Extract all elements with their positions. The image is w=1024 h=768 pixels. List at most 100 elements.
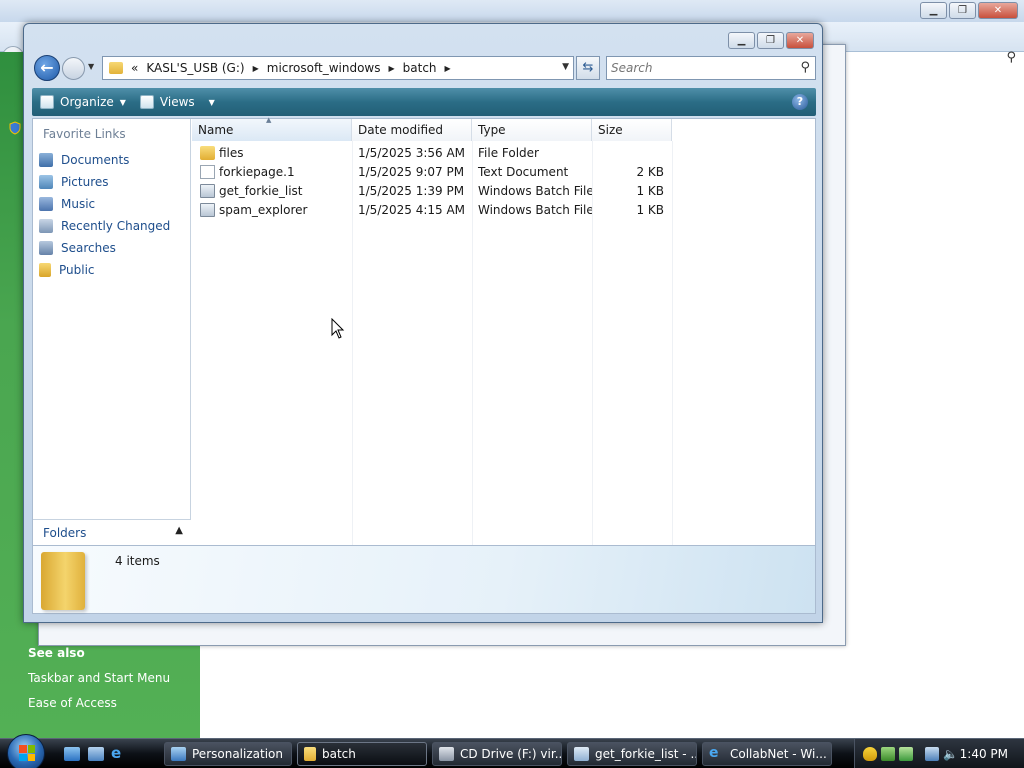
column-header-date-modified[interactable]: Date modified <box>352 119 472 141</box>
window-caption-buttons: ▁ ❐ ✕ <box>728 32 814 49</box>
breadcrumb-separator-icon[interactable]: ▶ <box>253 64 259 73</box>
folder-icon <box>304 747 316 761</box>
address-dropdown-icon[interactable]: ▼ <box>562 62 569 72</box>
breadcrumb-separator-icon[interactable]: ▶ <box>388 64 394 73</box>
chevron-down-icon: ▼ <box>208 97 215 107</box>
system-tray: 🔈 1:40 PM <box>854 739 1024 768</box>
taskbar-button-label: get_forkie_list - ... <box>595 747 697 761</box>
file-date: 1/5/2025 1:39 PM <box>358 183 465 198</box>
file-type: Text Document <box>478 164 569 179</box>
refresh-button[interactable]: ⇆ <box>576 56 600 80</box>
breadcrumb-microsoft-windows[interactable]: microsoft_windows <box>267 61 381 75</box>
taskbar-button-personalization[interactable]: Personalization <box>164 742 292 766</box>
column-header-label: Type <box>478 123 506 137</box>
address-bar[interactable]: « KASL'S_USB (G:) ▶ microsoft_windows ▶ … <box>102 56 574 80</box>
bg-maximize-button[interactable]: ❐ <box>949 2 976 19</box>
chevron-up-icon: ▲ <box>175 525 183 536</box>
forward-button[interactable] <box>62 57 85 80</box>
nav-link-music[interactable]: Music <box>39 197 95 211</box>
help-icon[interactable]: ? <box>792 94 808 110</box>
navigation-pane: Favorite Links Documents Pictures Music … <box>33 119 191 545</box>
taskbar-button-label: Personalization <box>192 747 283 761</box>
start-button[interactable] <box>7 734 45 768</box>
see-also-heading: See also <box>28 646 85 660</box>
text-file-icon <box>200 164 215 179</box>
file-list: ▲ Name Date modified Type Size files 1/5… <box>192 116 815 545</box>
command-toolbar: Organize ▼ Views ▼ ? <box>32 88 816 116</box>
address-chevron[interactable]: « <box>131 61 138 75</box>
views-button[interactable]: Views ▼ <box>139 95 215 109</box>
bg-minimize-button[interactable]: ▁ <box>920 2 947 19</box>
network-icon[interactable] <box>925 747 939 761</box>
nav-link-documents[interactable]: Documents <box>39 153 129 167</box>
search-input[interactable] <box>611 58 791 78</box>
organize-label: Organize <box>60 95 114 109</box>
navigation-bar: ← ▼ « KASL'S_USB (G:) ▶ microsoft_window… <box>32 54 816 82</box>
folders-toggle[interactable]: Folders ▲ <box>33 519 191 545</box>
nav-link-searches[interactable]: Searches <box>39 241 116 255</box>
pictures-icon <box>39 175 53 189</box>
file-row-files[interactable]: files 1/5/2025 3:56 AM File Folder <box>192 143 672 162</box>
column-header-type[interactable]: Type <box>472 119 592 141</box>
bg-close-button[interactable]: ✕ <box>978 2 1018 19</box>
windows-logo-icon <box>19 745 35 761</box>
internet-explorer-icon[interactable]: e <box>111 746 127 762</box>
file-type: File Folder <box>478 145 539 160</box>
nav-link-pictures[interactable]: Pictures <box>39 175 109 189</box>
file-date: 1/5/2025 9:07 PM <box>358 164 465 179</box>
folders-label: Folders <box>43 525 87 540</box>
breadcrumb-drive[interactable]: KASL'S_USB (G:) <box>146 61 244 75</box>
taskbar-button-collabnet[interactable]: e CollabNet - Wi... <box>702 742 832 766</box>
file-row-spam-explorer[interactable]: spam_explorer 1/5/2025 4:15 AM Windows B… <box>192 200 672 219</box>
column-header-name[interactable]: ▲ Name <box>192 116 352 141</box>
tray-app-icon[interactable] <box>881 747 895 761</box>
ie-icon: e <box>709 745 719 761</box>
organize-button[interactable]: Organize ▼ <box>40 95 126 109</box>
search-icon[interactable]: ⚲ <box>800 60 810 75</box>
file-name: get_forkie_list <box>219 183 303 198</box>
taskbar-button-label: batch <box>322 747 356 761</box>
file-date: 1/5/2025 3:56 AM <box>358 145 466 160</box>
nav-link-label: Pictures <box>61 175 109 189</box>
switch-windows-icon[interactable] <box>88 747 104 761</box>
minimize-button[interactable]: ▁ <box>728 32 755 49</box>
file-row-forkiepage[interactable]: forkiepage.1 1/5/2025 9:07 PM Text Docum… <box>192 162 672 181</box>
bg-search-icon[interactable]: ⚲ <box>1006 50 1016 65</box>
batch-file-icon <box>200 202 215 217</box>
taskbar: e Personalization batch CD Drive (F:) vi… <box>0 734 1024 768</box>
breadcrumb-batch[interactable]: batch <box>403 61 437 75</box>
column-headers: ▲ Name Date modified Type Size <box>192 116 672 141</box>
column-divider <box>672 141 673 545</box>
maximize-button[interactable]: ❐ <box>757 32 784 49</box>
column-header-label: Date modified <box>358 123 444 137</box>
notepad-icon <box>574 747 589 761</box>
see-also-link-ease-of-access[interactable]: Ease of Access <box>28 696 117 710</box>
see-also-link-taskbar[interactable]: Taskbar and Start Menu <box>28 671 170 685</box>
security-shield-icon[interactable] <box>863 747 877 761</box>
favorite-links-title: Favorite Links <box>43 127 126 141</box>
file-row-get-forkie-list[interactable]: get_forkie_list 1/5/2025 1:39 PM Windows… <box>192 181 672 200</box>
taskbar-button-batch[interactable]: batch <box>297 742 427 766</box>
details-pane: 4 items <box>32 546 816 614</box>
close-button[interactable]: ✕ <box>786 32 814 49</box>
clock[interactable]: 1:40 PM <box>960 747 1008 761</box>
file-name: files <box>219 145 244 160</box>
file-date: 1/5/2025 4:15 AM <box>358 202 466 217</box>
taskbar-button-cd-drive[interactable]: CD Drive (F:) vir... <box>432 742 562 766</box>
nav-link-label: Recently Changed <box>61 219 171 233</box>
file-type: Windows Batch File <box>478 202 592 217</box>
volume-muted-icon[interactable]: 🔈 <box>943 747 958 761</box>
search-box[interactable]: ⚲ <box>606 56 816 80</box>
nav-link-recently-changed[interactable]: Recently Changed <box>39 219 170 233</box>
documents-icon <box>39 153 53 167</box>
breadcrumb-separator-icon[interactable]: ▶ <box>445 64 451 73</box>
nav-link-public[interactable]: Public <box>39 263 95 277</box>
tray-app-icon[interactable] <box>899 747 913 761</box>
history-dropdown-icon[interactable]: ▼ <box>88 62 94 71</box>
large-folder-icon <box>41 552 85 610</box>
back-button[interactable]: ← <box>34 55 60 81</box>
show-desktop-icon[interactable] <box>64 747 80 761</box>
taskbar-button-get-forkie-list[interactable]: get_forkie_list - ... <box>567 742 697 766</box>
column-header-size[interactable]: Size <box>592 119 672 141</box>
items-count: 4 items <box>115 554 160 568</box>
